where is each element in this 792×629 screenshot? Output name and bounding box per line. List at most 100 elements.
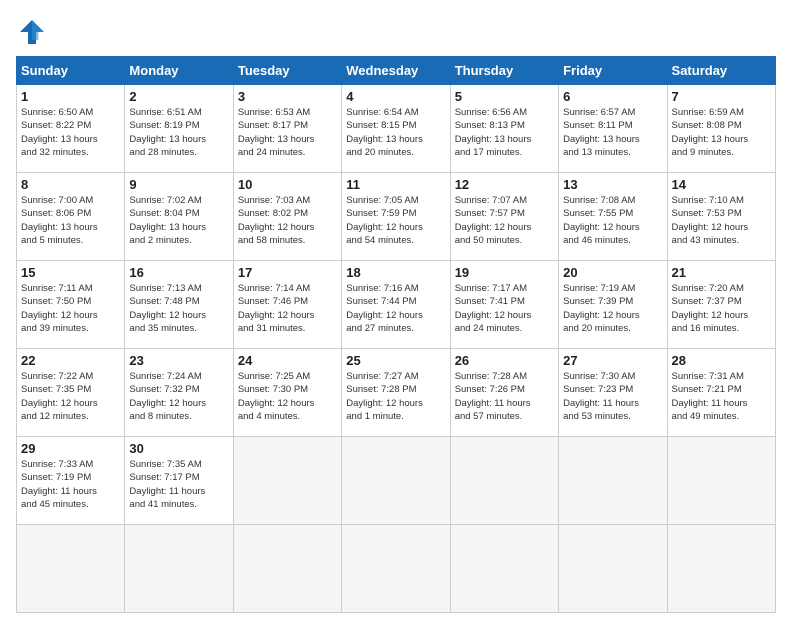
- cell-details: Sunrise: 7:13 AM Sunset: 7:48 PM Dayligh…: [129, 282, 228, 335]
- cell-details: Sunrise: 7:07 AM Sunset: 7:57 PM Dayligh…: [455, 194, 554, 247]
- weekday-header: Tuesday: [233, 57, 341, 85]
- cell-details: Sunrise: 6:53 AM Sunset: 8:17 PM Dayligh…: [238, 106, 337, 159]
- calendar-row: 22Sunrise: 7:22 AM Sunset: 7:35 PM Dayli…: [17, 349, 776, 437]
- cell-details: Sunrise: 7:35 AM Sunset: 7:17 PM Dayligh…: [129, 458, 228, 511]
- day-number: 26: [455, 353, 554, 368]
- weekday-header-row: SundayMondayTuesdayWednesdayThursdayFrid…: [17, 57, 776, 85]
- calendar-cell: [559, 525, 667, 613]
- calendar-cell: 17 Sunrise: 7:14 AM Sunset: 7:46 PM Dayli…: [233, 261, 341, 349]
- calendar-row: 1Sunrise: 6:50 AM Sunset: 8:22 PM Daylig…: [17, 85, 776, 173]
- calendar-cell: 15 Sunrise: 7:11 AM Sunset: 7:50 PM Dayli…: [17, 261, 125, 349]
- calendar-row: 29 Sunrise: 7:33 AM Sunset: 7:19 PM Dayli…: [17, 437, 776, 525]
- calendar-cell: 21 Sunrise: 7:20 AM Sunset: 7:37 PM Dayli…: [667, 261, 775, 349]
- cell-details: Sunrise: 7:28 AM Sunset: 7:26 PM Dayligh…: [455, 370, 554, 423]
- weekday-header: Sunday: [17, 57, 125, 85]
- calendar-cell: 11 Sunrise: 7:05 AM Sunset: 7:59 PM Dayli…: [342, 173, 450, 261]
- calendar-cell: [667, 525, 775, 613]
- calendar-cell: [450, 437, 558, 525]
- cell-details: Sunrise: 7:30 AM Sunset: 7:23 PM Dayligh…: [563, 370, 662, 423]
- cell-details: Sunrise: 7:19 AM Sunset: 7:39 PM Dayligh…: [563, 282, 662, 335]
- day-number: 13: [563, 177, 662, 192]
- day-number: 22: [21, 353, 120, 368]
- day-number: 27: [563, 353, 662, 368]
- calendar-cell: [667, 437, 775, 525]
- calendar-cell: 10 Sunrise: 7:03 AM Sunset: 8:02 PM Dayli…: [233, 173, 341, 261]
- cell-details: Sunrise: 6:54 AM Sunset: 8:15 PM Dayligh…: [346, 106, 445, 159]
- calendar-cell: 3 Sunrise: 6:53 AM Sunset: 8:17 PM Daylig…: [233, 85, 341, 173]
- calendar-cell: 4 Sunrise: 6:54 AM Sunset: 8:15 PM Daylig…: [342, 85, 450, 173]
- calendar-table: SundayMondayTuesdayWednesdayThursdayFrid…: [16, 56, 776, 613]
- calendar-cell: 30 Sunrise: 7:35 AM Sunset: 7:17 PM Dayli…: [125, 437, 233, 525]
- cell-details: Sunrise: 7:14 AM Sunset: 7:46 PM Dayligh…: [238, 282, 337, 335]
- day-number: 24: [238, 353, 337, 368]
- day-number: 2: [129, 89, 228, 104]
- cell-details: Sunrise: 7:17 AM Sunset: 7:41 PM Dayligh…: [455, 282, 554, 335]
- day-number: 28: [672, 353, 771, 368]
- cell-details: Sunrise: 7:03 AM Sunset: 8:02 PM Dayligh…: [238, 194, 337, 247]
- calendar-cell: 20Sunrise: 7:19 AM Sunset: 7:39 PM Dayli…: [559, 261, 667, 349]
- calendar-cell: [233, 437, 341, 525]
- day-number: 30: [129, 441, 228, 456]
- day-number: 1: [21, 89, 120, 104]
- calendar-cell: 29 Sunrise: 7:33 AM Sunset: 7:19 PM Dayli…: [17, 437, 125, 525]
- calendar-cell: 19 Sunrise: 7:17 AM Sunset: 7:41 PM Dayli…: [450, 261, 558, 349]
- day-number: 5: [455, 89, 554, 104]
- cell-details: Sunrise: 7:10 AM Sunset: 7:53 PM Dayligh…: [672, 194, 771, 247]
- day-number: 11: [346, 177, 445, 192]
- calendar-cell: 9 Sunrise: 7:02 AM Sunset: 8:04 PM Daylig…: [125, 173, 233, 261]
- calendar-row: [17, 525, 776, 613]
- cell-details: Sunrise: 7:02 AM Sunset: 8:04 PM Dayligh…: [129, 194, 228, 247]
- day-number: 4: [346, 89, 445, 104]
- weekday-header: Monday: [125, 57, 233, 85]
- weekday-header: Friday: [559, 57, 667, 85]
- cell-details: Sunrise: 7:16 AM Sunset: 7:44 PM Dayligh…: [346, 282, 445, 335]
- cell-details: Sunrise: 7:33 AM Sunset: 7:19 PM Dayligh…: [21, 458, 120, 511]
- calendar-cell: 8Sunrise: 7:00 AM Sunset: 8:06 PM Daylig…: [17, 173, 125, 261]
- day-number: 17: [238, 265, 337, 280]
- calendar-cell: 23 Sunrise: 7:24 AM Sunset: 7:32 PM Dayli…: [125, 349, 233, 437]
- day-number: 8: [21, 177, 120, 192]
- calendar-cell: 7Sunrise: 6:59 AM Sunset: 8:08 PM Daylig…: [667, 85, 775, 173]
- day-number: 3: [238, 89, 337, 104]
- day-number: 25: [346, 353, 445, 368]
- calendar-cell: [342, 525, 450, 613]
- day-number: 21: [672, 265, 771, 280]
- calendar-cell: 25 Sunrise: 7:27 AM Sunset: 7:28 PM Dayli…: [342, 349, 450, 437]
- day-number: 9: [129, 177, 228, 192]
- day-number: 15: [21, 265, 120, 280]
- calendar-cell: 2 Sunrise: 6:51 AM Sunset: 8:19 PM Daylig…: [125, 85, 233, 173]
- day-number: 16: [129, 265, 228, 280]
- day-number: 23: [129, 353, 228, 368]
- cell-details: Sunrise: 7:25 AM Sunset: 7:30 PM Dayligh…: [238, 370, 337, 423]
- day-number: 14: [672, 177, 771, 192]
- cell-details: Sunrise: 7:05 AM Sunset: 7:59 PM Dayligh…: [346, 194, 445, 247]
- cell-details: Sunrise: 6:51 AM Sunset: 8:19 PM Dayligh…: [129, 106, 228, 159]
- calendar-cell: 22Sunrise: 7:22 AM Sunset: 7:35 PM Dayli…: [17, 349, 125, 437]
- calendar-cell: 28Sunrise: 7:31 AM Sunset: 7:21 PM Dayli…: [667, 349, 775, 437]
- calendar-cell: 26 Sunrise: 7:28 AM Sunset: 7:26 PM Dayli…: [450, 349, 558, 437]
- day-number: 6: [563, 89, 662, 104]
- cell-details: Sunrise: 7:24 AM Sunset: 7:32 PM Dayligh…: [129, 370, 228, 423]
- calendar-cell: 16 Sunrise: 7:13 AM Sunset: 7:48 PM Dayli…: [125, 261, 233, 349]
- calendar-cell: 24 Sunrise: 7:25 AM Sunset: 7:30 PM Dayli…: [233, 349, 341, 437]
- day-number: 19: [455, 265, 554, 280]
- calendar-cell: [450, 525, 558, 613]
- cell-details: Sunrise: 7:20 AM Sunset: 7:37 PM Dayligh…: [672, 282, 771, 335]
- calendar-cell: [559, 437, 667, 525]
- weekday-header: Saturday: [667, 57, 775, 85]
- calendar-row: 15 Sunrise: 7:11 AM Sunset: 7:50 PM Dayli…: [17, 261, 776, 349]
- day-number: 29: [21, 441, 120, 456]
- day-number: 7: [672, 89, 771, 104]
- cell-details: Sunrise: 7:27 AM Sunset: 7:28 PM Dayligh…: [346, 370, 445, 423]
- weekday-header: Wednesday: [342, 57, 450, 85]
- calendar-cell: [17, 525, 125, 613]
- calendar-cell: 1Sunrise: 6:50 AM Sunset: 8:22 PM Daylig…: [17, 85, 125, 173]
- cell-details: Sunrise: 7:11 AM Sunset: 7:50 PM Dayligh…: [21, 282, 120, 335]
- calendar-cell: [342, 437, 450, 525]
- day-number: 18: [346, 265, 445, 280]
- page-header: [16, 16, 776, 48]
- day-number: 10: [238, 177, 337, 192]
- cell-details: Sunrise: 7:08 AM Sunset: 7:55 PM Dayligh…: [563, 194, 662, 247]
- calendar-cell: [233, 525, 341, 613]
- weekday-header: Thursday: [450, 57, 558, 85]
